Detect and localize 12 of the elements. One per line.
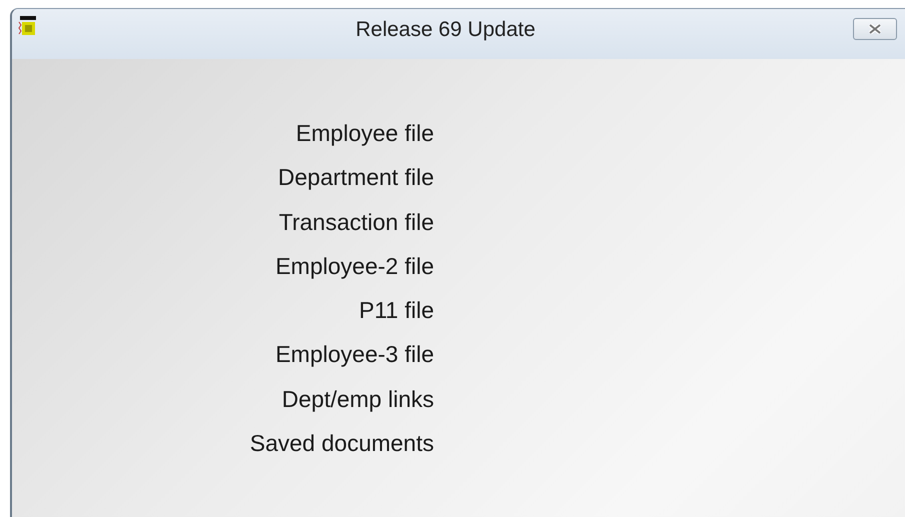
- app-icon: [18, 16, 38, 38]
- file-label: Transaction file: [278, 208, 434, 237]
- file-label: Employee-2 file: [275, 252, 434, 281]
- close-button[interactable]: [853, 18, 897, 40]
- file-label: P11 file: [358, 296, 434, 326]
- file-label: Saved documents: [250, 429, 434, 458]
- file-label: Employee file: [296, 119, 434, 148]
- file-label: Department file: [278, 163, 434, 192]
- close-icon: [868, 24, 882, 34]
- file-label: Employee-3 file: [275, 340, 434, 370]
- window-title: Release 69 Update: [354, 18, 536, 42]
- file-label: Dept/emp links: [282, 384, 434, 414]
